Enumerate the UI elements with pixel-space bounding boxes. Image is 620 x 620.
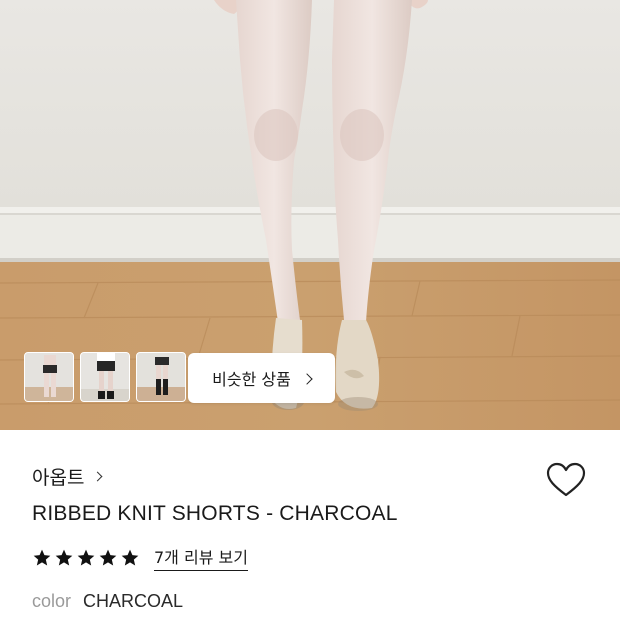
chevron-right-icon xyxy=(93,471,103,482)
thumbnail-strip xyxy=(24,352,186,402)
star-filled-icon xyxy=(99,549,117,565)
star-filled-icon xyxy=(77,549,95,565)
brand-link[interactable]: 아옵트 xyxy=(32,463,103,490)
wishlist-heart-icon[interactable] xyxy=(546,462,586,498)
thumbnail-2[interactable] xyxy=(80,352,130,402)
star-filled-icon xyxy=(55,549,73,565)
star-filled-icon xyxy=(121,549,139,565)
chevron-right-icon xyxy=(301,372,313,385)
star-filled-icon xyxy=(33,549,51,565)
color-row: color CHARCOAL xyxy=(32,591,183,612)
similar-products-button[interactable]: 비슷한 상품 xyxy=(188,353,335,403)
brand-name: 아옵트 xyxy=(32,467,85,489)
color-label: color xyxy=(32,591,72,611)
review-link[interactable]: 7개 리뷰 보기 xyxy=(154,544,248,571)
product-title: RIBBED KNIT SHORTS - CHARCOAL xyxy=(32,502,398,525)
thumbnail-3[interactable] xyxy=(136,352,186,402)
star-rating xyxy=(32,548,140,568)
color-value: CHARCOAL xyxy=(83,591,184,611)
similar-products-label: 비슷한 상품 xyxy=(212,370,291,389)
thumbnail-1[interactable] xyxy=(24,352,74,402)
product-info: 아옵트 RIBBED KNIT SHORTS - CHARCOAL 7개 리뷰 … xyxy=(0,430,620,620)
rating-row: 7개 리뷰 보기 xyxy=(32,544,248,571)
